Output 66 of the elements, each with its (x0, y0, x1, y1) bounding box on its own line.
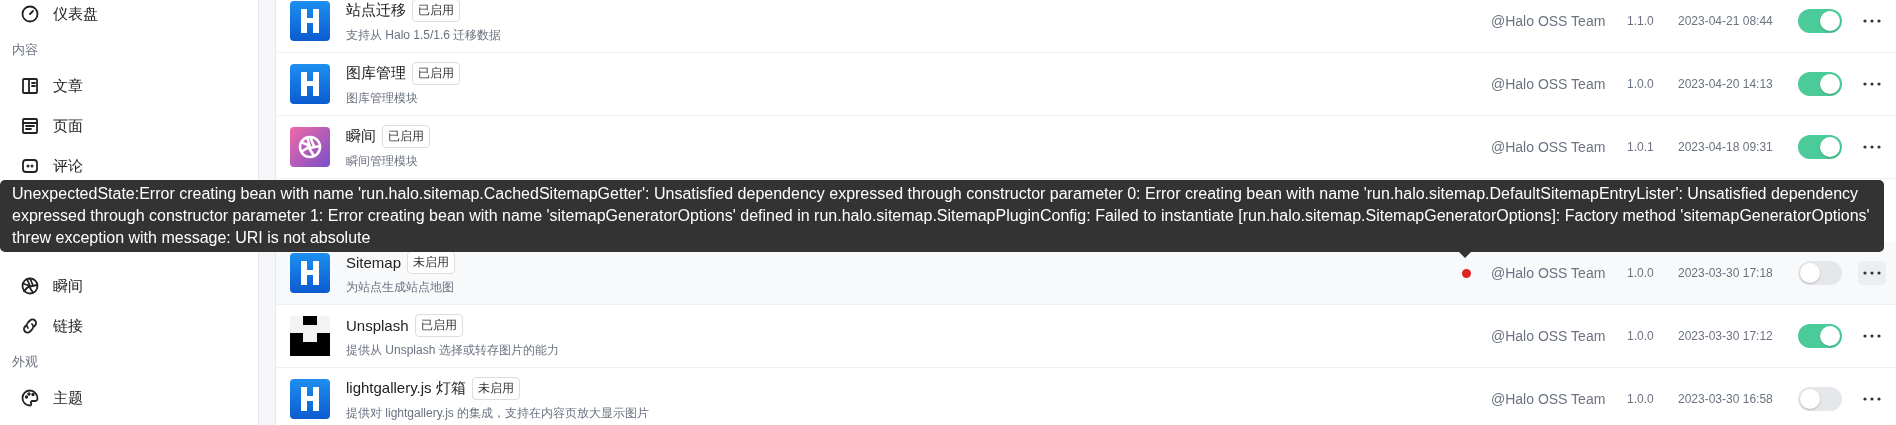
plugin-description: 支持从 Halo 1.5/1.6 迁移数据 (346, 26, 503, 44)
status-badge: 已启用 (414, 313, 463, 337)
plugin-name: Sitemap (346, 253, 402, 271)
plugin-name: 站点迁移 (346, 0, 406, 20)
logo-icon (290, 253, 330, 293)
author-link[interactable]: @Halo OSS Team (1491, 265, 1627, 281)
version-text: 1.0.1 (1627, 140, 1655, 154)
nav-item[interactable]: 文章 (0, 66, 258, 106)
palette-icon (20, 388, 40, 408)
nav-item[interactable]: 链接 (0, 306, 258, 346)
nav-item[interactable]: 页面 (0, 106, 258, 146)
plugin-description: 为站点生成站点地图 (346, 278, 455, 296)
version-text: 1.0.0 (1627, 77, 1655, 91)
nav-item[interactable]: 仪表盘 (0, 0, 258, 34)
nav-item[interactable]: 瞬间 (0, 266, 258, 306)
status-badge: 已启用 (412, 61, 460, 85)
plugin-row[interactable]: 站点迁移 已启用 支持从 Halo 1.5/1.6 迁移数据 @Halo OSS Team 1.1.0 2023-04-21 08:44 (276, 0, 1896, 53)
nav-item[interactable]: 评论 (0, 146, 258, 186)
author-link[interactable]: @Halo OSS Team (1491, 13, 1627, 29)
plugin-name: Unsplash (346, 316, 409, 334)
toggle-switch[interactable] (1798, 261, 1842, 285)
toggle-switch[interactable] (1798, 324, 1842, 348)
date-text: 2023-03-30 17:18 (1678, 266, 1774, 280)
status-badge: 未启用 (407, 250, 456, 274)
nav-item[interactable]: 主题 (0, 378, 258, 418)
logo-icon (290, 316, 330, 356)
author-link[interactable]: @Halo OSS Team (1491, 76, 1627, 92)
plugin-name: 瞬间 (346, 126, 376, 146)
toggle-switch[interactable] (1798, 135, 1842, 159)
dashboard-icon (20, 4, 40, 24)
author-link[interactable]: @Halo OSS Team (1491, 328, 1627, 344)
plugin-name: 图库管理 (346, 63, 406, 83)
status-badge: 已启用 (382, 124, 430, 148)
date-text: 2023-03-30 17:12 (1678, 329, 1774, 343)
toggle-switch[interactable] (1798, 72, 1842, 96)
status-badge: 已启用 (412, 0, 460, 22)
plugin-description: 提供从 Unsplash 选择或转存图片的能力 (346, 341, 560, 359)
version-text: 1.0.0 (1627, 392, 1655, 406)
date-text: 2023-03-30 16:58 (1678, 392, 1774, 406)
version-text: 1.1.0 (1627, 14, 1655, 28)
link-icon (20, 316, 40, 336)
status-badge: 未启用 (471, 376, 520, 400)
plugin-description: 图库管理模块 (346, 89, 419, 107)
aperture-logo-icon (290, 127, 330, 167)
date-text: 2023-04-18 09:31 (1678, 140, 1774, 154)
more-icon[interactable] (1858, 261, 1886, 285)
date-text: 2023-04-20 14:13 (1678, 77, 1774, 91)
comment-icon (20, 156, 40, 176)
logo-icon (290, 379, 330, 419)
section-heading: 外观 (11, 353, 39, 371)
page-icon (20, 116, 40, 136)
toggle-switch[interactable] (1798, 387, 1842, 411)
version-text: 1.0.0 (1627, 329, 1655, 343)
toggle-switch[interactable] (1798, 9, 1842, 33)
plugin-name: lightgallery.js 灯箱 (346, 378, 466, 398)
aperture-icon (20, 276, 40, 296)
section-heading: 内容 (11, 41, 39, 59)
logo-icon (290, 64, 330, 104)
plugin-description: 提供对 lightgallery.js 的集成，支持在内容页放大显示图片 (346, 404, 651, 422)
author-link[interactable]: @Halo OSS Team (1491, 391, 1627, 407)
sidebar-layout-icon (20, 76, 40, 96)
author-link[interactable]: @Halo OSS Team (1491, 139, 1627, 155)
logo-icon (290, 1, 330, 41)
plugin-description: 瞬间管理模块 (346, 152, 419, 170)
date-text: 2023-04-21 08:44 (1678, 14, 1774, 28)
version-text: 1.0.0 (1627, 266, 1655, 280)
